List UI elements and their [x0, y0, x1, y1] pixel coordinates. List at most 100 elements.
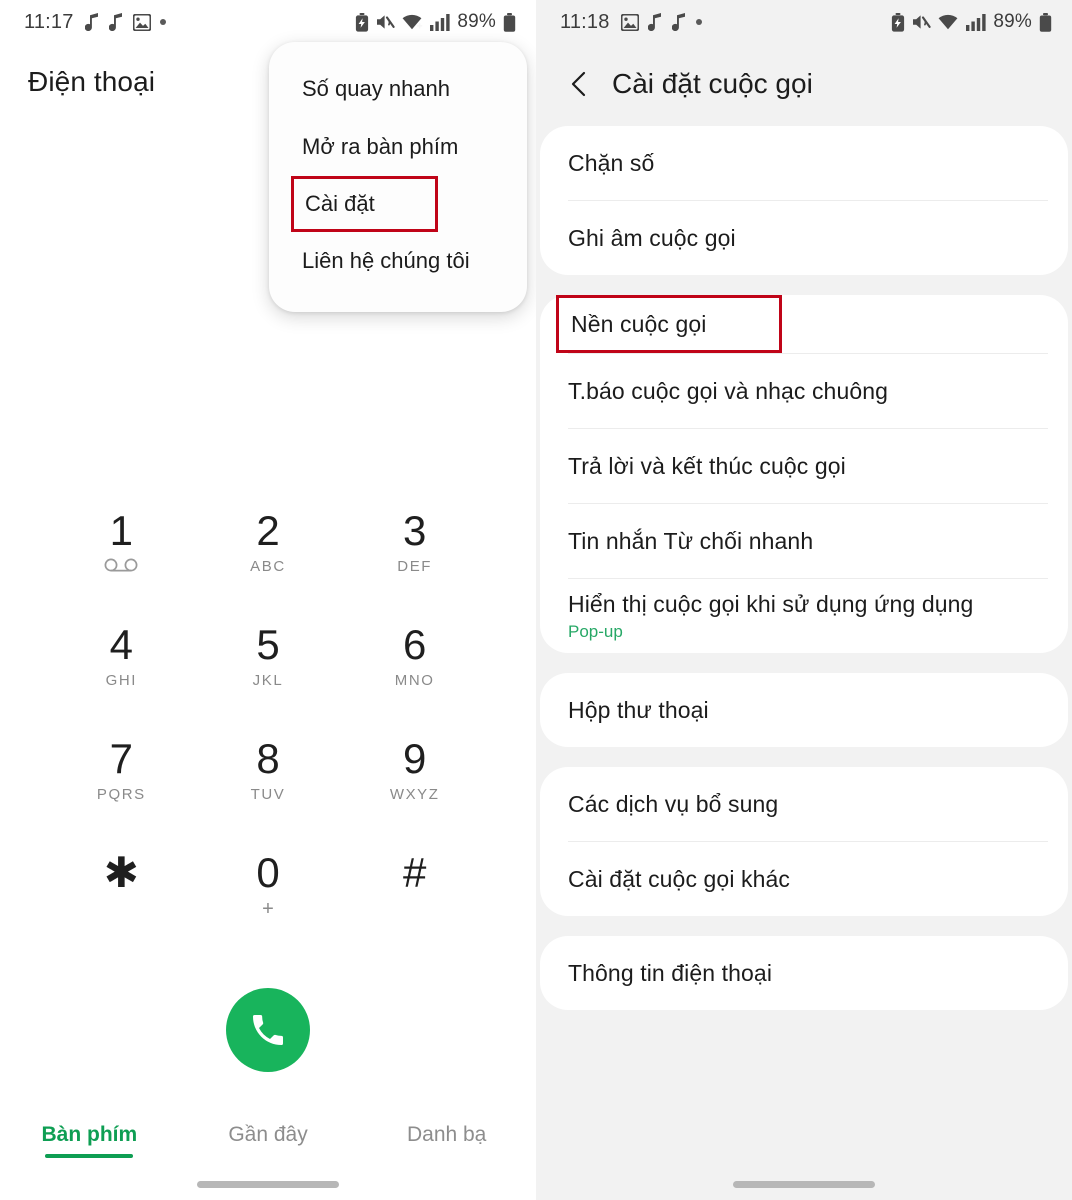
key-plus: + — [262, 898, 274, 920]
settings-group: Hộp thư thoại — [540, 673, 1068, 747]
key-digit: ✱ — [103, 849, 139, 896]
key-digit: 9 — [403, 735, 427, 782]
settings-header: Cài đặt cuộc gọi — [536, 44, 1072, 126]
key-digit: 7 — [109, 735, 134, 782]
key-digit: # — [403, 849, 427, 896]
settings-row-other-call-settings[interactable]: Cài đặt cuộc gọi khác — [540, 842, 1068, 916]
row-title: Chặn số — [568, 150, 655, 176]
mute-icon — [376, 13, 396, 31]
tab-keypad[interactable]: Bàn phím — [0, 1123, 179, 1158]
settings-group: Thông tin điện thoại — [540, 936, 1068, 1010]
key-letters: PQRS — [96, 786, 146, 803]
battery-saver-icon — [355, 12, 369, 32]
key-letters: ABC — [250, 558, 286, 575]
key-6[interactable]: 6 MNO — [341, 622, 488, 736]
row-title: Cài đặt cuộc gọi khác — [568, 866, 791, 892]
row-title: Các dịch vụ bổ sung — [568, 791, 779, 817]
row-title: Nền cuộc gọi — [571, 311, 707, 337]
status-bar-left-cluster: 11:17 — [24, 11, 166, 34]
key-9[interactable]: 9 WXYZ — [341, 736, 488, 850]
call-button[interactable] — [226, 988, 310, 1072]
signal-icon — [430, 13, 450, 31]
menu-item-open-keypad[interactable]: Mở ra bàn phím — [269, 118, 527, 176]
key-letters: WXYZ — [389, 786, 440, 803]
page-title: Cài đặt cuộc gọi — [612, 68, 813, 99]
tab-label: Danh bạ — [406, 1123, 487, 1146]
key-letters: TUV — [250, 786, 286, 803]
tab-label: Bàn phím — [41, 1123, 138, 1146]
bottom-tab-bar: Bàn phím Gần đây Danh bạ — [0, 1123, 536, 1158]
row-title: Hiển thị cuộc gọi khi sử dụng ứng dụng — [568, 590, 974, 617]
back-button[interactable] — [564, 69, 594, 99]
gesture-nav-bar[interactable] — [197, 1181, 339, 1188]
settings-row-supplementary-services[interactable]: Các dịch vụ bổ sung — [540, 767, 1068, 841]
key-1[interactable]: 1 — [48, 508, 195, 622]
battery-saver-icon — [891, 12, 905, 32]
key-3[interactable]: 3 DEF — [341, 508, 488, 622]
chevron-left-icon — [568, 70, 590, 98]
row-title: T.báo cuộc gọi và nhạc chuông — [568, 378, 889, 404]
row-title: Hộp thư thoại — [568, 697, 709, 723]
row-title: Trả lời và kết thúc cuộc gọi — [568, 453, 846, 479]
row-title: Tin nhắn Từ chối nhanh — [568, 528, 814, 554]
wifi-icon — [938, 13, 959, 31]
key-star[interactable]: ✱ — [48, 850, 195, 964]
key-digit: 2 — [256, 507, 280, 554]
settings-row-quick-decline-messages[interactable]: Tin nhắn Từ chối nhanh — [540, 504, 1068, 578]
key-hash[interactable]: # — [341, 850, 488, 964]
status-bar-right-cluster: 89% — [891, 11, 1052, 33]
row-title: Ghi âm cuộc gọi — [568, 225, 736, 251]
key-digit: 1 — [109, 507, 134, 554]
settings-row-about-phone[interactable]: Thông tin điện thoại — [540, 936, 1068, 1010]
tab-contacts[interactable]: Danh bạ — [357, 1123, 536, 1158]
music-note-icon — [671, 13, 687, 31]
voicemail-icon — [104, 558, 138, 572]
music-note-icon — [84, 13, 100, 31]
key-8[interactable]: 8 TUV — [195, 736, 342, 850]
dot-icon — [159, 19, 166, 25]
call-settings-screen: 11:18 89% Cài đặt cuộc gọi Chặn số Ghi â… — [536, 0, 1072, 1200]
settings-row-answering-ending-calls[interactable]: Trả lời và kết thúc cuộc gọi — [540, 429, 1068, 503]
settings-group: Các dịch vụ bổ sung Cài đặt cuộc gọi khá… — [540, 767, 1068, 916]
key-digit: 4 — [109, 621, 134, 668]
key-letters: DEF — [397, 558, 433, 575]
key-5[interactable]: 5 JKL — [195, 622, 342, 736]
key-0[interactable]: 0 + — [195, 850, 342, 964]
status-bar-left-cluster: 11:18 — [560, 11, 702, 34]
menu-item-contact-us[interactable]: Liên hệ chúng tôi — [269, 232, 527, 290]
settings-group: Nền cuộc gọi T.báo cuộc gọi và nhạc chuô… — [540, 295, 1068, 653]
dual-screenshot-container: 11:17 89% Điện thoại Số quay nhanh Mở ra… — [0, 0, 1072, 1200]
keypad-row: ✱ 0 + # — [48, 850, 488, 964]
menu-item-settings[interactable]: Cài đặt — [291, 176, 438, 232]
key-4[interactable]: 4 GHI — [48, 622, 195, 736]
key-letters: GHI — [105, 672, 138, 689]
key-letters: JKL — [252, 672, 284, 689]
image-icon — [132, 13, 151, 31]
row-subtitle: Pop-up — [568, 621, 623, 641]
overflow-menu[interactable]: Số quay nhanh Mở ra bàn phím Cài đặt Liê… — [269, 42, 527, 312]
settings-row-call-display-while-using-apps[interactable]: Hiển thị cuộc gọi khi sử dụng ứng dụng P… — [540, 579, 1068, 653]
dot-icon — [695, 19, 702, 25]
settings-row-call-background[interactable]: Nền cuộc gọi — [556, 295, 782, 353]
wifi-icon — [402, 13, 423, 31]
keypad-row: 4 GHI 5 JKL 6 MNO — [48, 622, 488, 736]
settings-row-call-alerts-ringtone[interactable]: T.báo cuộc gọi và nhạc chuông — [540, 354, 1068, 428]
keypad-row: 7 PQRS 8 TUV 9 WXYZ — [48, 736, 488, 850]
menu-item-speed-dial[interactable]: Số quay nhanh — [269, 60, 527, 118]
settings-row-block-numbers[interactable]: Chặn số — [540, 126, 1068, 200]
settings-row-call-recording[interactable]: Ghi âm cuộc gọi — [540, 201, 1068, 275]
key-digit: 0 — [256, 849, 280, 896]
key-digit: 3 — [403, 507, 427, 554]
key-7[interactable]: 7 PQRS — [48, 736, 195, 850]
key-digit: 8 — [256, 735, 280, 782]
status-bar-left: 11:17 89% — [0, 0, 536, 44]
phone-dialer-screen: 11:17 89% Điện thoại Số quay nhanh Mở ra… — [0, 0, 536, 1200]
key-2[interactable]: 2 ABC — [195, 508, 342, 622]
dial-keypad: 1 2 ABC 3 DEF 4 GHI 5 JKL 6 MNO 7 PQRS 8… — [0, 508, 536, 964]
battery-icon — [503, 12, 516, 32]
gesture-nav-bar[interactable] — [733, 1181, 875, 1188]
status-bar-right: 11:18 89% — [536, 0, 1072, 44]
settings-row-voicemail[interactable]: Hộp thư thoại — [540, 673, 1068, 747]
mute-icon — [912, 13, 932, 31]
tab-recents[interactable]: Gần đây — [179, 1123, 358, 1158]
